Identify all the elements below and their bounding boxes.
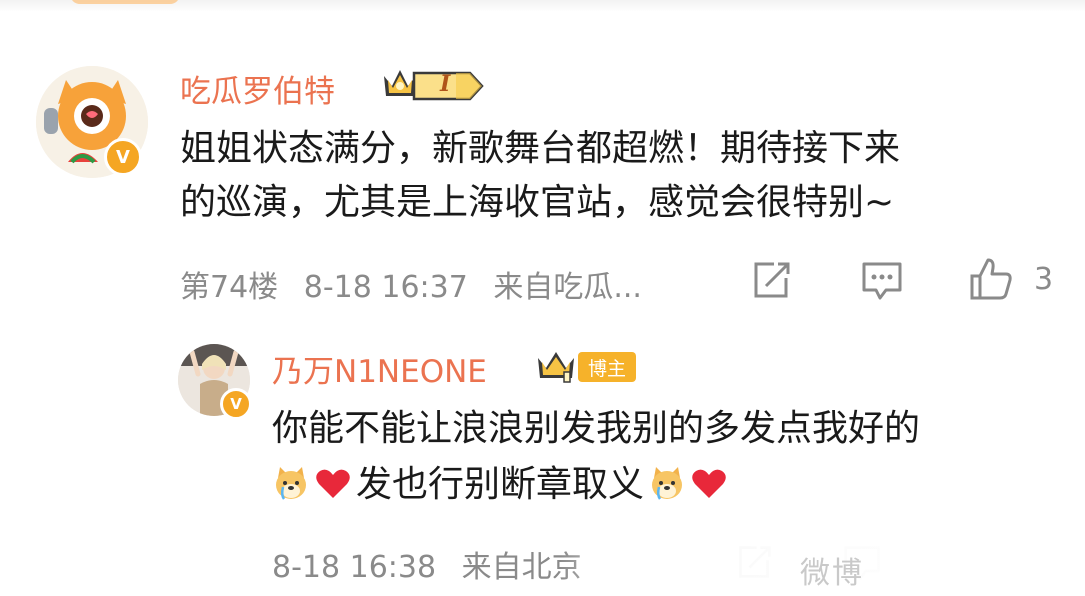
source: 来自吃瓜...	[493, 270, 642, 305]
verified-icon: V	[104, 138, 142, 176]
doge-emoji-icon	[276, 467, 306, 500]
heart-emoji-icon	[692, 469, 726, 498]
repost-icon	[754, 262, 790, 298]
comment-text-line-1: 姐姐状态满分，新歌舞台都超燃！期待接下来	[180, 128, 901, 169]
repost-button[interactable]	[750, 260, 792, 300]
reply-meta: 8-18 16:38 来自北京	[272, 542, 598, 586]
reply-username[interactable]: 乃万N1NEONE	[272, 346, 487, 391]
reply-text-line-2: 发也行别断章取义	[272, 460, 732, 510]
username[interactable]: 吃瓜罗伯特	[180, 66, 335, 111]
level-number: I	[440, 71, 451, 97]
level-badge: I	[412, 71, 484, 101]
comment-icon	[862, 262, 902, 300]
blogger-badge: 博主	[578, 352, 636, 382]
heart-emoji-icon	[316, 469, 350, 498]
like-button[interactable]	[968, 256, 1014, 302]
watermark: 微博	[800, 556, 864, 591]
reply-timestamp: 8-18 16:38	[272, 550, 437, 585]
thumbs-up-icon	[970, 258, 1012, 300]
doge-emoji-icon	[652, 467, 683, 500]
comment-button[interactable]	[860, 260, 904, 302]
comment-text-line-2: 的巡演，尤其是上海收官站，感觉会很特别~	[180, 182, 895, 223]
timestamp: 8-18 16:37	[303, 270, 468, 305]
comment-meta: 第74楼 8-18 16:37 来自吃瓜...	[180, 262, 658, 306]
crown-icon	[538, 352, 574, 383]
verified-icon: V	[220, 388, 252, 420]
reply-text-line-2-content: 发也行别断章取义	[356, 464, 645, 505]
previous-comment-edge	[0, 0, 1085, 12]
reply-text-line-1: 你能不能让浪浪别发我别的多发点我好的	[272, 408, 921, 449]
floor-number: 第74楼	[180, 270, 279, 305]
like-count: 3	[1034, 262, 1054, 297]
